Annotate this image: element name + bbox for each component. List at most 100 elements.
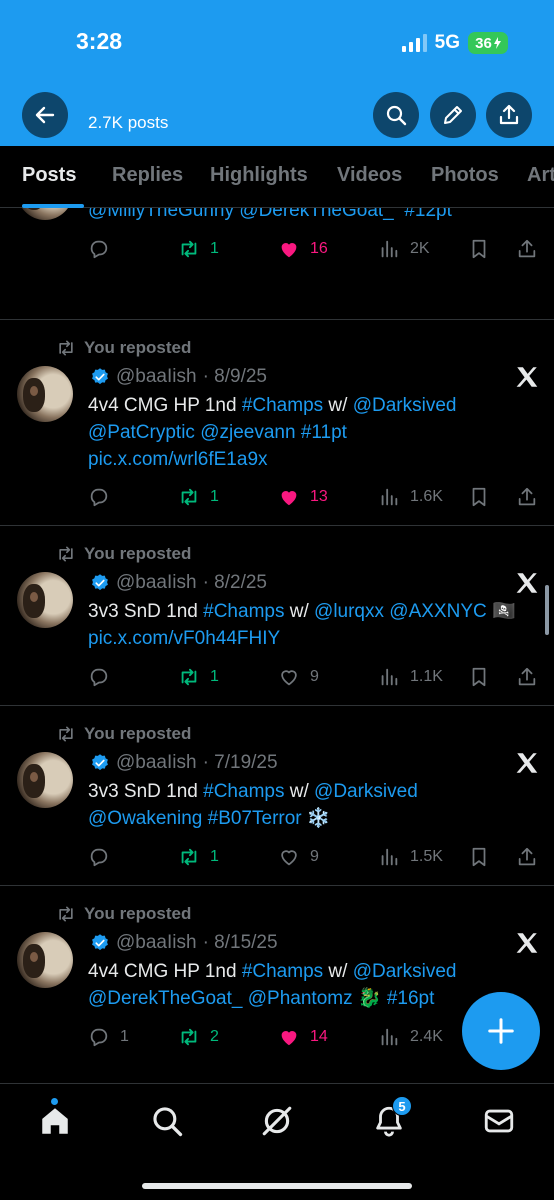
post-link[interactable]: #B07Terror	[208, 808, 302, 829]
post-link[interactable]: @Phantomz	[248, 988, 353, 1009]
post-link[interactable]: #11pt	[301, 422, 347, 443]
tab-posts[interactable]: Posts	[22, 164, 76, 187]
bookmark-button[interactable]	[468, 238, 490, 260]
post-date[interactable]: · 7/19/25	[203, 752, 278, 774]
avatar[interactable]	[17, 366, 73, 422]
post-text: 4v4 CMG HP 1nd #Champs w/ @Darksived @De…	[88, 958, 528, 1012]
share-button[interactable]	[516, 486, 538, 508]
like-button[interactable]: 9	[278, 666, 319, 688]
avatar[interactable]	[17, 208, 73, 220]
reply-icon	[88, 1026, 110, 1048]
author-handle[interactable]: @baaIish	[116, 752, 197, 774]
post-count: 2.7K posts	[88, 113, 169, 132]
post[interactable]: You reposted @baaIish · 8/2/25 3v3 SnD 1nd …	[0, 526, 554, 706]
post-link[interactable]: #Champs	[203, 601, 284, 622]
tab-highlights[interactable]: Highlights	[210, 164, 308, 187]
heart-icon	[278, 666, 300, 688]
post-link[interactable]: @Darksived	[353, 395, 457, 416]
post-link[interactable]: pic.x.com/vF0h44FHIY	[88, 628, 280, 649]
author-handle[interactable]: @baaIish	[116, 932, 197, 954]
views-button[interactable]: 2K	[378, 238, 430, 260]
bookmark-button[interactable]	[468, 486, 490, 508]
like-count: 14	[310, 1028, 328, 1045]
avatar[interactable]	[17, 932, 73, 988]
reply-button[interactable]	[88, 486, 120, 508]
post-link[interactable]: @Owakening	[88, 808, 202, 829]
post-link[interactable]: @AXXNYC	[389, 601, 486, 622]
post-link[interactable]: @lurqxx	[314, 601, 384, 622]
share-button[interactable]	[516, 846, 538, 868]
nav-search[interactable]	[150, 1104, 184, 1138]
author-handle[interactable]: @baaIish	[116, 572, 197, 594]
back-button[interactable]	[22, 92, 68, 138]
views-button[interactable]: 2.4K	[378, 1026, 443, 1048]
share-button[interactable]	[516, 666, 538, 688]
post[interactable]: 4v4 CMG HP 1nd #Champs w/ @Darksived @Mi…	[0, 208, 554, 320]
post-date[interactable]: · 8/15/25	[203, 932, 278, 954]
post-link[interactable]: pic.x.com/wrl6fE1a9x	[88, 449, 268, 470]
like-button[interactable]: 13	[278, 486, 328, 508]
post-text-segment: 🐉	[352, 988, 387, 1009]
reply-button[interactable]: 1	[88, 1026, 129, 1048]
nav-home[interactable]	[38, 1098, 72, 1138]
like-button[interactable]: 14	[278, 1026, 328, 1048]
share-profile-button[interactable]	[486, 92, 532, 138]
compose-button[interactable]	[430, 92, 476, 138]
posts-feed[interactable]: 4v4 CMG HP 1nd #Champs w/ @Darksived @Mi…	[0, 208, 554, 1088]
like-button[interactable]: 16	[278, 238, 328, 260]
nav-grok[interactable]	[260, 1104, 294, 1138]
repost-label: You reposted	[84, 904, 192, 923]
battery-level: 36	[475, 34, 492, 52]
post-date[interactable]: · 8/9/25	[203, 366, 267, 388]
post-link[interactable]: @PatCryptic	[88, 422, 195, 443]
repost-button[interactable]: 1	[178, 486, 219, 508]
post-text-segment: w/	[284, 781, 315, 802]
envelope-icon	[484, 1109, 514, 1133]
like-button[interactable]: 9	[278, 846, 319, 868]
post-actions: 1 13 1.6K	[88, 486, 536, 512]
nav-notifications[interactable]: 5	[372, 1096, 412, 1138]
repost-button[interactable]: 2	[178, 1026, 219, 1048]
reply-button[interactable]	[88, 846, 120, 868]
tab-articles[interactable]: Art	[527, 164, 554, 187]
post-text: 3v3 SnD 1nd #Champs w/ @Darksived @Owake…	[88, 778, 528, 832]
repost-button[interactable]: 1	[178, 666, 219, 688]
post-link[interactable]: @DerekTheGoat_	[239, 208, 393, 221]
bookmark-button[interactable]	[468, 666, 490, 688]
search-button[interactable]	[373, 92, 419, 138]
repost-button[interactable]: 1	[178, 846, 219, 868]
post-link[interactable]: @DerekTheGoat_	[88, 988, 242, 1009]
views-count: 1.5K	[410, 848, 443, 865]
post-link[interactable]: @MillyTheGunny	[88, 208, 234, 221]
avatar[interactable]	[17, 572, 73, 628]
author-handle[interactable]: @baaIish	[116, 366, 197, 388]
tab-replies[interactable]: Replies	[112, 164, 183, 187]
reply-button[interactable]	[88, 666, 120, 688]
avatar[interactable]	[17, 752, 73, 808]
repost-button[interactable]: 1	[178, 238, 219, 260]
reply-button[interactable]	[88, 238, 120, 260]
new-post-button[interactable]	[462, 992, 540, 1070]
post-date[interactable]: · 8/2/25	[203, 572, 267, 594]
post-link[interactable]: @zjeevann	[200, 422, 295, 443]
nav-messages[interactable]	[482, 1104, 516, 1138]
post-link[interactable]: #12pt	[404, 208, 452, 221]
views-button[interactable]: 1.1K	[378, 666, 443, 688]
post-link[interactable]: #16pt	[387, 988, 435, 1009]
tab-videos[interactable]: Videos	[337, 164, 402, 187]
post-link[interactable]: #Champs	[242, 961, 323, 982]
bookmark-button[interactable]	[468, 846, 490, 868]
post-link[interactable]: @Darksived	[314, 781, 418, 802]
post-link[interactable]: @Darksived	[353, 961, 457, 982]
repost-indicator: You reposted	[56, 904, 191, 924]
views-button[interactable]: 1.5K	[378, 846, 443, 868]
views-button[interactable]: 1.6K	[378, 486, 443, 508]
share-button[interactable]	[516, 238, 538, 260]
post[interactable]: You reposted @baaIish · 7/19/25 3v3 SnD 1nd…	[0, 706, 554, 886]
post-link[interactable]: #Champs	[242, 395, 323, 416]
tab-photos[interactable]: Photos	[431, 164, 499, 187]
post-link[interactable]: #Champs	[203, 781, 284, 802]
views-count: 2K	[410, 240, 430, 257]
scrollbar[interactable]	[545, 585, 549, 635]
post[interactable]: You reposted @baaIish · 8/9/25 4v4 CMG HP 1…	[0, 320, 554, 526]
